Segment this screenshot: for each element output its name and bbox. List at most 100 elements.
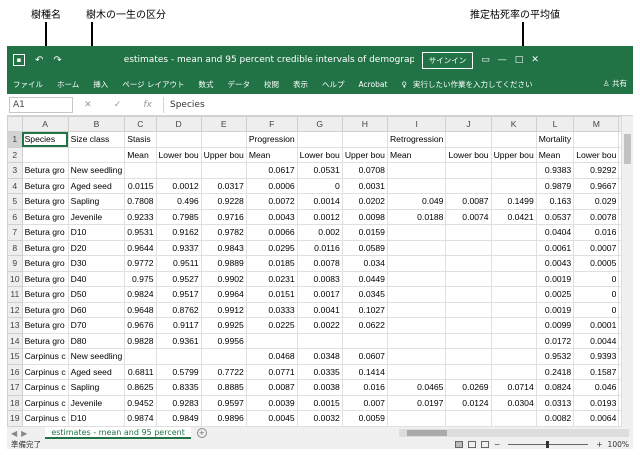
cell[interactable]: 0.0708 — [341, 162, 388, 179]
cell[interactable]: 0.9383 — [535, 162, 575, 179]
cell[interactable]: 0.9337 — [155, 239, 202, 256]
cell[interactable]: 0.9902 — [200, 270, 247, 287]
cell[interactable]: Betura gro — [21, 208, 69, 225]
cell[interactable]: 0.0015 — [296, 394, 343, 411]
cell[interactable]: Progression — [245, 131, 298, 148]
cell[interactable]: 0.0007 — [573, 239, 620, 256]
cell[interactable]: 0.0172 — [535, 332, 575, 349]
cell[interactable] — [445, 301, 492, 318]
cell[interactable]: Betura gro — [21, 332, 69, 349]
cell[interactable]: Aged seed — [67, 363, 126, 380]
cell[interactable]: Betura gro — [21, 224, 69, 241]
cell[interactable] — [445, 270, 492, 287]
cell[interactable] — [200, 348, 247, 365]
close-button[interactable]: ✕ — [531, 55, 539, 65]
cell[interactable] — [67, 146, 126, 163]
cell[interactable]: 0.0345 — [341, 286, 388, 303]
normal-view-icon[interactable] — [454, 440, 463, 448]
column-header-d[interactable]: D — [155, 116, 202, 132]
cell[interactable]: 0.0043 — [535, 255, 575, 272]
cell[interactable]: 0.0202 — [341, 193, 388, 210]
cell[interactable]: Betura gro — [21, 301, 69, 318]
row-header[interactable]: 3 — [7, 162, 23, 179]
cell[interactable]: Betura gro — [21, 255, 69, 272]
cell[interactable]: Betura gro — [21, 162, 69, 179]
row-header[interactable]: 5 — [7, 193, 23, 210]
cell[interactable]: Mean — [535, 146, 575, 163]
cell[interactable]: Betura gro — [21, 193, 69, 210]
cell[interactable]: 0.9828 — [124, 332, 157, 349]
cell[interactable] — [341, 131, 388, 148]
cell[interactable]: 0.0061 — [535, 239, 575, 256]
cell[interactable]: 0.0116 — [296, 239, 343, 256]
cell[interactable]: 0.0537 — [535, 208, 575, 225]
cell[interactable]: Sapling — [67, 193, 126, 210]
cell[interactable]: 0.0449 — [341, 270, 388, 287]
cell[interactable]: 0.0404 — [535, 224, 575, 241]
cell[interactable]: 0.9879 — [535, 177, 575, 194]
row-header[interactable]: 18 — [7, 394, 23, 411]
cell[interactable] — [490, 177, 537, 194]
column-header-b[interactable]: B — [67, 116, 126, 132]
column-header-k[interactable]: K — [490, 116, 537, 132]
cell[interactable] — [21, 146, 69, 163]
cell[interactable]: 0.0001 — [573, 317, 620, 334]
minimize-button[interactable]: — — [498, 55, 507, 65]
cell[interactable] — [124, 162, 157, 179]
tab-review[interactable]: 校閲 — [264, 79, 279, 90]
cell[interactable]: 0 — [573, 301, 620, 318]
cell[interactable] — [445, 239, 492, 256]
vertical-scroll-thumb[interactable] — [624, 134, 631, 164]
cell[interactable]: D40 — [67, 270, 126, 287]
row-header[interactable]: 14 — [7, 332, 23, 349]
cell[interactable]: 0.0005 — [573, 255, 620, 272]
sheet-next-icon[interactable]: ▶ — [21, 429, 27, 438]
cell[interactable] — [386, 301, 447, 318]
cell[interactable]: 0.0824 — [535, 379, 575, 396]
cell[interactable]: Carpinus c — [21, 394, 69, 411]
cell[interactable]: 0.0304 — [490, 394, 537, 411]
zoom-slider-knob[interactable] — [546, 440, 550, 448]
row-header[interactable]: 10 — [7, 270, 23, 287]
cell[interactable]: 0.0771 — [245, 363, 298, 380]
zoom-out-button[interactable]: − — [494, 440, 500, 449]
restore-button[interactable]: □ — [515, 55, 524, 65]
cell[interactable]: 0.0098 — [341, 208, 388, 225]
cell[interactable]: Betura gro — [21, 177, 69, 194]
row-header[interactable]: 2 — [7, 146, 23, 163]
cell[interactable]: 0.9849 — [155, 410, 202, 427]
cell[interactable]: Lower bou — [155, 146, 202, 163]
cell[interactable]: 0.8885 — [200, 379, 247, 396]
cell[interactable]: 0.7985 — [155, 208, 202, 225]
cell[interactable]: Mean — [386, 146, 447, 163]
cell[interactable]: 0.0185 — [245, 255, 298, 272]
cell[interactable]: 0.9716 — [200, 208, 247, 225]
cell[interactable]: 0.0151 — [245, 286, 298, 303]
cell[interactable] — [490, 162, 537, 179]
cell[interactable]: 0.0099 — [535, 317, 575, 334]
row-header[interactable]: 1 — [7, 131, 23, 148]
cell[interactable]: 0.016 — [341, 379, 388, 396]
cell[interactable] — [386, 162, 447, 179]
cell[interactable]: 0.0006 — [245, 177, 298, 194]
cell[interactable]: 0.0087 — [245, 379, 298, 396]
cell[interactable]: 0.0072 — [245, 193, 298, 210]
column-header-l[interactable]: L — [535, 116, 575, 132]
cell[interactable]: 0.9824 — [124, 286, 157, 303]
cell[interactable]: 0.975 — [124, 270, 157, 287]
cell[interactable] — [296, 131, 343, 148]
cell[interactable]: Carpinus c — [21, 379, 69, 396]
tab-file[interactable]: ファイル — [13, 79, 43, 90]
cell[interactable]: 0.0087 — [445, 193, 492, 210]
cell[interactable]: 0.9925 — [200, 317, 247, 334]
cell[interactable]: 0.9667 — [573, 177, 620, 194]
cell[interactable]: 0.0115 — [124, 177, 157, 194]
add-sheet-button[interactable]: + — [196, 428, 207, 438]
cell[interactable] — [490, 255, 537, 272]
cell[interactable]: 0.0039 — [245, 394, 298, 411]
cell[interactable]: D60 — [67, 301, 126, 318]
row-header[interactable]: 6 — [7, 208, 23, 225]
cell[interactable]: 0.0269 — [445, 379, 492, 396]
cell[interactable] — [386, 255, 447, 272]
column-header-c[interactable]: C — [124, 116, 157, 132]
